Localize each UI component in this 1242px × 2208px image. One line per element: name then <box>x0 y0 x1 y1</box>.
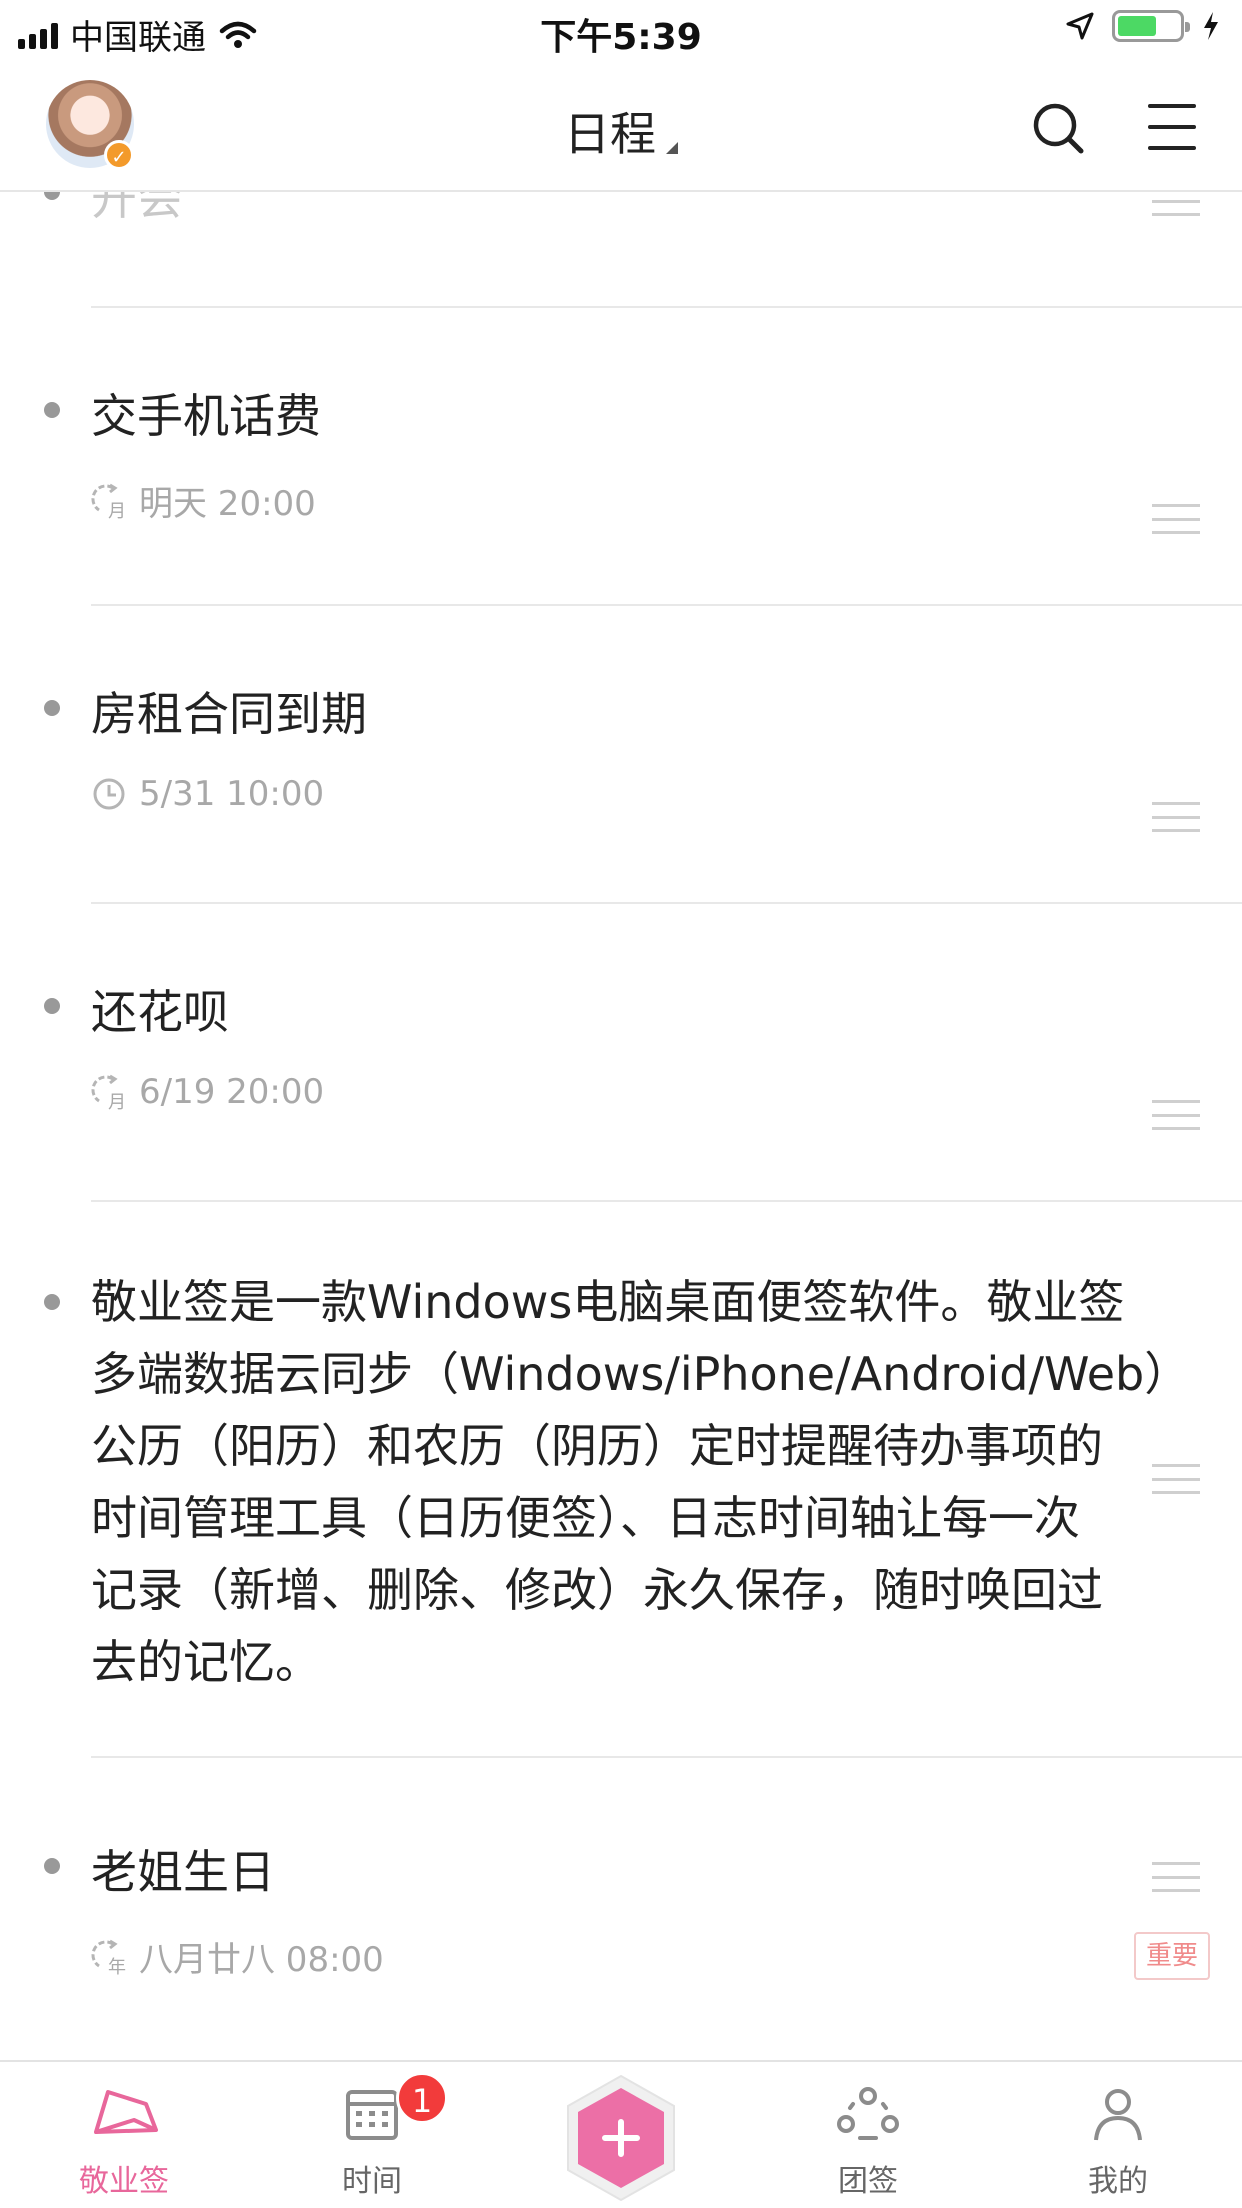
bottom-tab-bar: 敬业签 时间 1 团签 我的 <box>0 2060 1242 2208</box>
drag-handle-icon[interactable] <box>1152 192 1200 216</box>
bullet-icon <box>44 192 60 200</box>
search-icon[interactable] <box>1030 100 1086 156</box>
person-icon <box>1094 2089 1142 2141</box>
list-item[interactable]: 敬业签是一款Windows电脑桌面便签软件。敬业签 多端数据云同步（Window… <box>0 1202 1242 1756</box>
list-item[interactable]: 交手机话费 月 明天 20:00 <box>0 308 1242 604</box>
list-item[interactable]: 还花呗 月 6/19 20:00 <box>0 904 1242 1200</box>
tab-label: 时间 <box>342 2164 402 2199</box>
list-item[interactable]: 老姐生日 年 八月廿八 08:00 重要 <box>0 1758 1242 2058</box>
charging-bolt-icon <box>1204 12 1218 40</box>
item-title: 开会 <box>91 192 183 225</box>
item-time: 5/31 10:00 <box>139 774 325 814</box>
status-time: 下午5:39 <box>540 17 702 58</box>
drag-handle-icon[interactable] <box>1152 504 1200 534</box>
tab-jingyeqian[interactable]: 敬业签 <box>44 2062 204 2208</box>
notification-badge: 1 <box>396 2072 448 2124</box>
drag-handle-icon[interactable] <box>1152 802 1200 832</box>
item-time: 6/19 20:00 <box>139 1072 325 1112</box>
item-reminder: 年 八月廿八 08:00 <box>91 1932 384 1981</box>
tab-mine[interactable]: 我的 <box>1038 2062 1198 2208</box>
drag-handle-icon[interactable] <box>1152 1100 1200 1130</box>
bullet-icon <box>44 402 60 418</box>
status-bar: 中国联通 下午5:39 <box>0 0 1242 64</box>
item-time: 明天 20:00 <box>139 484 316 524</box>
repeat-yearly-icon: 年 <box>91 1939 127 1978</box>
tab-label: 团签 <box>838 2164 898 2199</box>
add-button[interactable] <box>562 2072 680 2204</box>
page-title: 日程 <box>564 107 656 161</box>
bullet-icon <box>44 700 60 716</box>
tab-team[interactable]: 团签 <box>788 2062 948 2208</box>
schedule-list: 开会 交手机话费 月 明天 20:00 房租合同到期 5/31 10:00 还花… <box>0 192 1242 2060</box>
battery-icon <box>1112 10 1190 42</box>
dropdown-caret-icon <box>666 142 678 154</box>
item-title: 房租合同到期 <box>91 687 367 741</box>
item-title: 还花呗 <box>91 985 229 1039</box>
sticky-note-icon <box>94 2090 158 2134</box>
calendar-icon <box>346 2090 398 2140</box>
item-reminder: 5/31 10:00 <box>91 774 324 814</box>
item-time: 八月廿八 08:00 <box>139 1940 384 1980</box>
item-reminder: 月 6/19 20:00 <box>91 1072 325 1113</box>
drag-handle-icon[interactable] <box>1152 1862 1200 1892</box>
drag-handle-icon[interactable] <box>1152 1464 1200 1494</box>
list-item[interactable]: 开会 <box>0 192 1242 306</box>
note-text: 敬业签是一款Windows电脑桌面便签软件。敬业签 多端数据云同步（Window… <box>91 1275 1191 1689</box>
important-tag: 重要 <box>1134 1932 1210 1980</box>
list-item[interactable]: 房租合同到期 5/31 10:00 <box>0 606 1242 902</box>
clock-icon <box>93 778 125 810</box>
item-title: 老姐生日 <box>91 1845 275 1899</box>
menu-icon[interactable] <box>1148 104 1196 150</box>
bullet-icon <box>44 1294 60 1310</box>
team-icon <box>837 2087 899 2140</box>
status-bar-right <box>1066 10 1220 42</box>
repeat-monthly-icon: 月 <box>91 1074 127 1113</box>
tab-label: 敬业签 <box>79 2164 169 2199</box>
bullet-icon <box>44 998 60 1014</box>
tab-label: 我的 <box>1088 2164 1148 2199</box>
item-title: 交手机话费 <box>91 389 321 443</box>
bullet-icon <box>44 1858 60 1874</box>
top-nav-bar: ✓ 日程 <box>0 64 1242 192</box>
item-reminder: 月 明天 20:00 <box>91 476 316 525</box>
location-arrow-icon <box>1066 12 1094 40</box>
repeat-monthly-icon: 月 <box>91 483 127 522</box>
